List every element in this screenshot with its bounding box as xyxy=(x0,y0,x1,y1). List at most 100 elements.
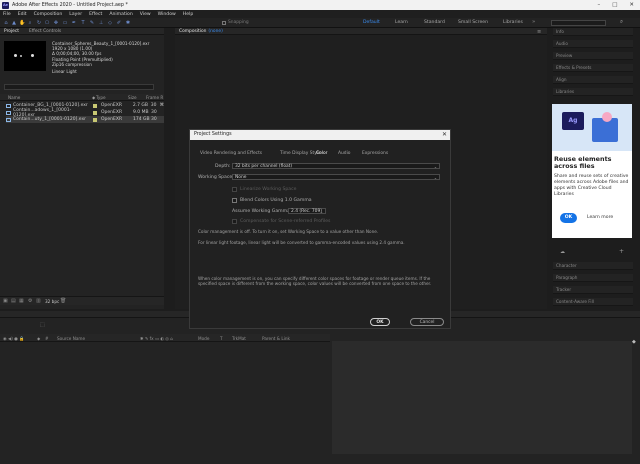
working-space-dropdown[interactable]: None ⌄ xyxy=(232,174,440,180)
dialog-close-icon[interactable]: ✕ xyxy=(440,130,449,140)
panel-align[interactable]: Align xyxy=(553,76,633,84)
panel-character[interactable]: Character xyxy=(553,262,633,270)
tab-effect-controls[interactable]: Effect Controls xyxy=(29,29,61,34)
panel-libraries[interactable]: Libraries xyxy=(553,88,633,96)
type-tool-icon[interactable]: T xyxy=(80,20,86,26)
color-management-off-info: Color management is off. To turn it on, … xyxy=(198,229,379,234)
column-source-name[interactable]: Source Name xyxy=(57,336,85,341)
image-sequence-icon[interactable]: ▥ xyxy=(36,298,41,304)
tab-composition[interactable]: Composition xyxy=(179,29,206,34)
column-parent-link[interactable]: Parent & Link xyxy=(262,336,290,341)
interpret-footage-icon[interactable]: ▣ xyxy=(3,298,8,304)
menu-edit[interactable]: Edit xyxy=(18,12,27,17)
menu-layer[interactable]: Layer xyxy=(69,12,82,17)
rotate-tool-icon[interactable]: ↻ xyxy=(36,20,42,26)
panel-preview[interactable]: Preview xyxy=(553,52,633,60)
menu-composition[interactable]: Composition xyxy=(34,12,63,17)
cancel-button[interactable]: Cancel xyxy=(410,318,444,326)
tab-expressions[interactable]: Expressions xyxy=(362,151,388,156)
promo-heading: Reuse elements across files xyxy=(554,155,612,170)
panel-audio[interactable]: Audio xyxy=(553,40,633,48)
cloud-icon[interactable]: ☁ xyxy=(560,249,565,255)
column-name[interactable]: Name xyxy=(8,95,20,100)
chevron-down-icon: ⌄ xyxy=(319,209,323,214)
timeline-track-area[interactable] xyxy=(332,341,632,454)
search-help-input[interactable] xyxy=(551,20,606,26)
pan-behind-tool-icon[interactable]: ✥ xyxy=(53,20,59,26)
depth-value: 32 bits per channel (float) xyxy=(235,164,293,169)
tab-video-rendering-effects[interactable]: Video Rendering and Effects xyxy=(200,151,262,156)
workspace-libraries[interactable]: Libraries xyxy=(503,20,523,25)
bit-depth-button[interactable]: 32 bpc xyxy=(45,299,59,304)
compensate-checkbox[interactable] xyxy=(232,219,237,224)
minimize-button[interactable]: – xyxy=(597,2,600,8)
project-item-row[interactable]: Contain...uty_1_[0001-0120].exr OpenEXR … xyxy=(6,116,164,123)
menu-help[interactable]: Help xyxy=(183,12,193,17)
panel-paragraph[interactable]: Paragraph xyxy=(553,274,633,282)
column-mode[interactable]: Mode xyxy=(198,336,209,341)
brush-tool-icon[interactable]: ✎ xyxy=(89,20,95,26)
add-icon[interactable]: + xyxy=(619,248,624,255)
linearize-checkbox[interactable] xyxy=(232,187,237,192)
label-color-swatch[interactable] xyxy=(93,117,97,122)
new-folder-icon[interactable]: ▤ xyxy=(11,298,16,304)
label-color-swatch[interactable] xyxy=(92,103,97,108)
delete-icon[interactable]: 🗑 xyxy=(60,298,66,304)
tab-audio[interactable]: Audio xyxy=(338,151,350,156)
menu-file[interactable]: File xyxy=(3,12,11,17)
blend-colors-checkbox[interactable] xyxy=(232,198,237,203)
tab-project[interactable]: Project xyxy=(4,29,19,34)
menu-effect[interactable]: Effect xyxy=(89,12,102,17)
hand-tool-icon[interactable]: ✋ xyxy=(19,20,25,26)
project-item-row[interactable]: Contain...adows_1_[0001-0120].exr OpenEX… xyxy=(6,108,164,118)
search-icon[interactable]: ⌕ xyxy=(620,19,623,26)
panel-effects-presets[interactable]: Effects & Presets xyxy=(553,64,633,72)
tab-time-display-style[interactable]: Time Display Style xyxy=(280,151,321,156)
workspaces-overflow-icon[interactable]: » xyxy=(532,19,535,25)
label-color-swatch[interactable] xyxy=(93,110,97,115)
project-search-input[interactable] xyxy=(4,84,154,90)
panel-info[interactable]: Info xyxy=(553,28,633,36)
learn-more-link[interactable]: Learn more xyxy=(587,215,613,220)
promo-ok-button[interactable]: OK xyxy=(560,213,577,223)
column-type[interactable]: Type xyxy=(96,95,106,100)
column-size[interactable]: Size xyxy=(128,95,137,100)
maximize-button[interactable]: □ xyxy=(612,2,617,8)
puppet-tool-icon[interactable]: ✱ xyxy=(125,20,131,26)
shape-tool-icon[interactable]: ▭ xyxy=(62,20,68,26)
panel-content-aware-fill[interactable]: Content-Aware Fill xyxy=(553,298,633,306)
panel-menu-icon[interactable]: ≡ xyxy=(537,29,541,35)
menu-animation[interactable]: Animation xyxy=(109,12,132,17)
assume-gamma-dropdown[interactable]: 2.4 (Rec. 709) ⌄ xyxy=(288,208,326,214)
project-settings-icon[interactable]: ⚙ xyxy=(28,298,32,304)
workspace-small-screen[interactable]: Small Screen xyxy=(458,20,488,25)
camera-tool-icon[interactable]: ⎔ xyxy=(44,20,50,26)
snapping-checkbox[interactable] xyxy=(222,21,226,25)
column-frame-rate[interactable]: Frame R xyxy=(146,95,163,100)
menu-view[interactable]: View xyxy=(140,12,151,17)
workspace-default[interactable]: Default xyxy=(363,20,380,25)
home-icon[interactable]: ⌂ xyxy=(3,20,9,26)
selection-tool-icon[interactable]: ▲ xyxy=(11,20,17,26)
comp-flowchart-icon[interactable]: ⬚ xyxy=(40,322,45,328)
workspace-standard[interactable]: Standard xyxy=(424,20,445,25)
panel-tracker[interactable]: Tracker xyxy=(553,286,633,294)
pen-tool-icon[interactable]: ✒ xyxy=(71,20,77,26)
close-window-button[interactable]: ✕ xyxy=(629,2,634,8)
new-composition-icon[interactable]: ▦ xyxy=(19,298,24,304)
time-navigator-end-icon[interactable]: ◆ xyxy=(632,339,636,345)
workspace-learn[interactable]: Learn xyxy=(395,20,408,25)
column-preserve-transparency[interactable]: T xyxy=(220,336,223,341)
composition-name[interactable]: (none) xyxy=(208,29,222,34)
tab-color[interactable]: Color xyxy=(316,151,327,156)
column-track-matte[interactable]: TrkMat xyxy=(232,336,246,341)
clone-stamp-tool-icon[interactable]: ⊥ xyxy=(98,20,104,26)
footage-compression: Zip16 compression xyxy=(52,61,92,67)
menu-window[interactable]: Window xyxy=(158,12,176,17)
eraser-tool-icon[interactable]: ◇ xyxy=(107,20,113,26)
project-item-size: 174 GB xyxy=(133,117,150,122)
zoom-tool-icon[interactable]: ⌕ xyxy=(27,20,33,26)
ok-button[interactable]: OK xyxy=(370,318,390,326)
depth-dropdown[interactable]: 32 bits per channel (float) ⌄ xyxy=(232,163,440,169)
roto-brush-tool-icon[interactable]: ✐ xyxy=(116,20,122,26)
